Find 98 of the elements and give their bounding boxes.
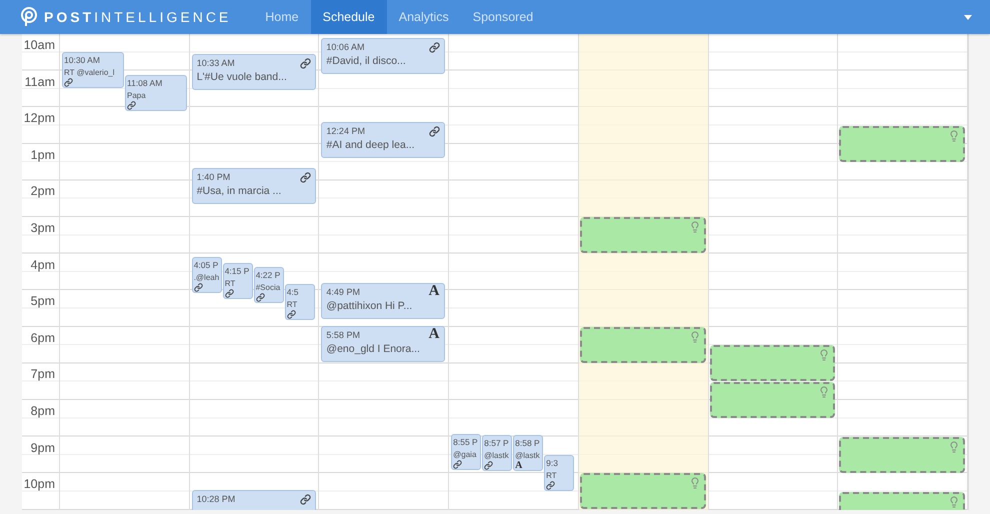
- scheduled-post[interactable]: 10:28 PM: [192, 490, 316, 510]
- font-icon: A: [515, 461, 522, 470]
- scheduled-post[interactable]: 10:33 AM L'#Ue vuole band...: [192, 54, 316, 90]
- post-text: #AI and deep lea...: [326, 138, 415, 152]
- scheduled-post[interactable]: 10:30 AM RT @valerio_l: [62, 52, 124, 88]
- post-time: 4:05 P: [194, 260, 218, 271]
- suggested-slot[interactable]: [710, 345, 836, 382]
- post-text: RT: [224, 278, 236, 289]
- link-icon: [484, 460, 494, 470]
- lightbulb-icon: [688, 221, 701, 233]
- lightbulb-icon: [818, 349, 830, 362]
- link-icon: [256, 293, 265, 302]
- time-label: 1pm: [30, 148, 55, 162]
- post-time: 4:15 P: [224, 266, 250, 277]
- post-text: RT: [286, 299, 298, 310]
- scheduled-post[interactable]: 12:24 PM #AI and deep lea...: [321, 122, 446, 158]
- suggested-slot[interactable]: [839, 126, 965, 162]
- scheduled-post[interactable]: 8:57 P @lastk: [482, 434, 512, 471]
- suggested-slot[interactable]: [710, 382, 836, 418]
- time-label: 11am: [24, 74, 55, 89]
- time-label: 8pm: [30, 404, 55, 418]
- post-text: @lastk: [515, 450, 540, 461]
- time-label: 4pm: [30, 258, 55, 272]
- post-text: #David, il disco...: [326, 54, 406, 68]
- post-time: 4:49 PM: [326, 287, 360, 298]
- time-label: 3pm: [30, 220, 55, 235]
- link-icon: [286, 310, 296, 320]
- link-icon: [300, 172, 311, 184]
- post-text: Papa: [127, 90, 146, 102]
- post-time: 8:58 P: [515, 438, 540, 450]
- post-text: @pattihixon Hi P...: [326, 300, 412, 314]
- time-label: 5pm: [30, 294, 55, 308]
- scheduled-post[interactable]: 4:22 P #Socia: [254, 267, 284, 304]
- lightbulb-icon: [688, 330, 701, 343]
- post-text: @eno_gld I Enora...: [326, 342, 420, 356]
- link-icon: [300, 58, 311, 70]
- scheduled-post[interactable]: 8:55 P @gaia: [451, 434, 482, 470]
- suggested-slot[interactable]: [580, 217, 706, 253]
- post-text: RT: [546, 470, 557, 481]
- post-text: @lastk: [484, 450, 509, 461]
- post-text: .@leah: [194, 272, 220, 283]
- time-label: 10pm: [24, 477, 55, 492]
- suggested-slot[interactable]: [580, 326, 706, 363]
- font-icon: A: [428, 285, 440, 298]
- link-icon: [127, 101, 136, 110]
- nav-link[interactable]: Schedule: [310, 0, 387, 34]
- post-time: 5:58 PM: [326, 330, 360, 341]
- post-text: L'#Ue vuole band...: [196, 71, 287, 84]
- logo-icon: [20, 7, 38, 27]
- link-icon: [224, 288, 234, 298]
- scheduled-post[interactable]: 8:58 P @lastk A: [513, 435, 544, 472]
- post-time: 1:40 PM: [196, 172, 230, 184]
- time-label: 9pm: [30, 440, 55, 455]
- time-label: 6pm: [30, 330, 55, 345]
- post-text: @gaia: [453, 448, 476, 460]
- time-label: 7pm: [30, 367, 55, 382]
- lightbulb-icon: [688, 477, 701, 490]
- post-time: 9:3: [546, 458, 558, 469]
- link-icon: [194, 282, 203, 292]
- scheduled-post[interactable]: 4:15 P RT: [222, 262, 253, 299]
- scheduled-post[interactable]: 5:58 PM @eno_gld I Enora... A: [321, 326, 446, 362]
- suggested-slot[interactable]: [580, 473, 706, 510]
- post-time: 10:30 AM: [64, 55, 100, 66]
- post-time: 8:55 P: [453, 436, 478, 448]
- scheduled-post[interactable]: 11:08 AM Papa: [125, 75, 187, 112]
- scheduled-post[interactable]: 4:05 P .@leah: [192, 256, 222, 293]
- suggested-slot[interactable]: [839, 436, 965, 473]
- link-icon: [64, 78, 73, 88]
- post-time: 10:33 AM: [196, 58, 235, 70]
- post-time: 4:22 P: [256, 270, 280, 282]
- scheduled-post[interactable]: 10:06 AM #David, il disco...: [321, 38, 446, 74]
- lightbulb-icon: [818, 386, 830, 398]
- time-label: 12pm: [24, 111, 55, 126]
- post-time: 8:57 P: [484, 438, 509, 449]
- post-text: RT @valerio_l: [64, 67, 115, 78]
- lightbulb-icon: [948, 130, 960, 142]
- link-icon: [300, 494, 311, 506]
- lightbulb-icon: [948, 440, 960, 453]
- scheduled-post[interactable]: 1:40 PM #Usa, in marcia ...: [192, 168, 316, 204]
- post-time: 4:5: [286, 287, 299, 298]
- post-text: #Socia: [256, 282, 280, 294]
- link-icon: [429, 42, 440, 53]
- post-time: 12:24 PM: [326, 126, 365, 137]
- link-icon: [453, 460, 462, 469]
- link-icon: [546, 480, 556, 490]
- link-icon: [429, 126, 440, 137]
- post-time: 10:28 PM: [196, 494, 236, 506]
- time-label: 2pm: [30, 184, 55, 198]
- scheduled-post[interactable]: 4:49 PM @pattihixon Hi P... A: [321, 283, 446, 320]
- post-text: #Usa, in marcia ...: [196, 185, 282, 198]
- lightbulb-icon: [948, 496, 960, 508]
- scheduled-post[interactable]: 4:5 RT: [284, 284, 315, 320]
- font-icon: A: [428, 328, 440, 340]
- post-time: 11:08 AM: [127, 78, 162, 90]
- caret-icon[interactable]: [964, 14, 972, 20]
- post-time: 10:06 AM: [326, 42, 364, 53]
- time-label: 10am: [24, 38, 55, 52]
- scheduled-post[interactable]: 9:3 RT: [544, 454, 574, 491]
